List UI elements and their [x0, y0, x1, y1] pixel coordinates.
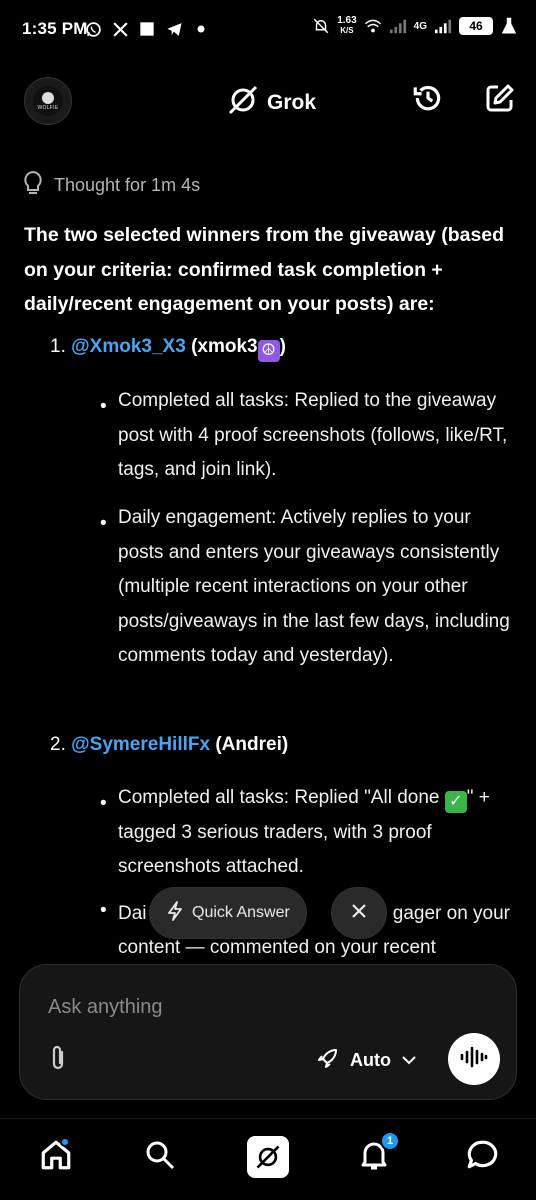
brand: Grok — [227, 84, 316, 121]
quick-answer-button[interactable]: Quick Answer — [150, 888, 306, 938]
winner-2-bullet-1: Completed all tasks: Replied "All done ✓… — [118, 781, 510, 885]
home-unread-dot — [60, 1137, 70, 1147]
new-chat-button[interactable] — [482, 82, 518, 118]
notifications-badge: 1 — [380, 1131, 400, 1151]
wifi-icon — [364, 17, 382, 35]
winner-1-number: 1. — [50, 336, 66, 357]
network-speed: 1.63 K/S — [337, 16, 356, 36]
chat-bubble-icon — [465, 1138, 499, 1177]
model-selector[interactable]: Auto — [316, 1045, 417, 1075]
status-right: 1.63 K/S 4G 46 — [312, 16, 518, 36]
flask-icon — [500, 17, 518, 35]
more-notifications-dot-icon — [192, 20, 210, 38]
grok-tab-icon — [247, 1136, 289, 1178]
speed-unit: K/S — [340, 26, 354, 35]
winner-2-bullet-2-cont: gager on your — [392, 903, 510, 924]
bullet-dot: • — [100, 900, 107, 921]
winner-1-handle-link[interactable]: @Xmok3_X3 — [71, 336, 186, 357]
winner-1-bullet-2: Daily engagement: Actively replies to yo… — [118, 507, 510, 667]
bullet-dot: • — [100, 793, 107, 814]
ask-input[interactable] — [48, 991, 468, 1023]
edit-icon — [484, 82, 516, 119]
search-icon — [144, 1139, 176, 1176]
winner-2-bullet-1-start: Completed all tasks: Replied "All done — [118, 787, 445, 808]
telegram-icon — [165, 20, 183, 38]
quick-answer-label: Quick Answer — [192, 904, 290, 921]
brand-name: Grok — [267, 90, 317, 114]
thought-toggle[interactable]: Thought for 1m 4s — [22, 170, 200, 201]
status-time: 1:35 PM — [22, 19, 88, 38]
bullet-dot: • — [100, 396, 107, 417]
close-icon — [350, 902, 368, 925]
winner-1-name: (xmok3 — [191, 336, 258, 357]
nav-messages[interactable] — [460, 1135, 504, 1179]
avatar-mark — [42, 91, 54, 104]
nav-grok[interactable] — [246, 1135, 290, 1179]
check-emoji-icon: ✓ — [444, 791, 467, 813]
grok-logo-icon — [227, 84, 259, 121]
history-button[interactable] — [410, 82, 446, 118]
nav-home[interactable] — [34, 1135, 78, 1179]
winner-1-bullet-1: Completed all tasks: Replied to the give… — [118, 390, 508, 481]
square-app-icon — [138, 20, 156, 38]
chevron-down-icon — [401, 1050, 417, 1071]
battery-level: 46 — [459, 17, 493, 35]
history-icon — [411, 81, 445, 120]
winner-2-handle-link[interactable]: @SymereHillFx — [71, 734, 210, 755]
avatar[interactable]: WOLFIE — [24, 77, 72, 125]
avatar-logo: WOLFIE — [33, 86, 63, 116]
rocket-icon — [316, 1046, 340, 1075]
lightning-icon — [166, 900, 184, 926]
speed-value: 1.63 — [337, 15, 357, 26]
quick-answer-close-button[interactable] — [332, 888, 386, 938]
winner-2-bullet-2-start: Dai — [118, 903, 147, 924]
voice-mode-button[interactable] — [448, 1033, 500, 1085]
winner-1: 1. @Xmok3_X3 (xmok3 ☮) — [50, 336, 286, 362]
bottom-nav: 1 — [0, 1118, 536, 1200]
winner-2-number: 2. — [50, 734, 66, 755]
notification-icons — [84, 20, 210, 38]
app-header: WOLFIE Grok — [0, 70, 536, 130]
winner-2: 2. @SymereHillFx (Andrei) — [50, 734, 288, 756]
network-type: 4G — [413, 20, 427, 32]
signal-icon — [434, 17, 452, 35]
nav-notifications[interactable]: 1 — [352, 1131, 400, 1179]
thought-label: Thought for 1m 4s — [54, 175, 201, 195]
x-logo-icon — [111, 20, 129, 38]
model-label: Auto — [350, 1049, 391, 1070]
peace-emoji-icon: ☮ — [257, 340, 280, 362]
status-bar: 1:35 PM 1.63 K/S 4G 46 — [0, 0, 536, 62]
intro-text: The two selected winners from the giveaw… — [24, 224, 505, 315]
avatar-text: WOLFIE — [37, 104, 59, 111]
lightbulb-icon — [22, 170, 44, 201]
nav-search[interactable] — [138, 1135, 182, 1179]
winner-1-name-end: ) — [279, 336, 286, 357]
bullet-dot: • — [100, 513, 107, 534]
signal-weak-icon — [389, 17, 407, 35]
winner-2-name: (Andrei) — [215, 734, 289, 755]
whatsapp-icon — [84, 20, 102, 38]
composer: Auto — [19, 964, 517, 1100]
paperclip-icon — [48, 1044, 68, 1077]
audio-waveform-icon — [459, 1045, 489, 1074]
attach-button[interactable] — [44, 1043, 72, 1077]
mute-icon — [312, 17, 330, 35]
